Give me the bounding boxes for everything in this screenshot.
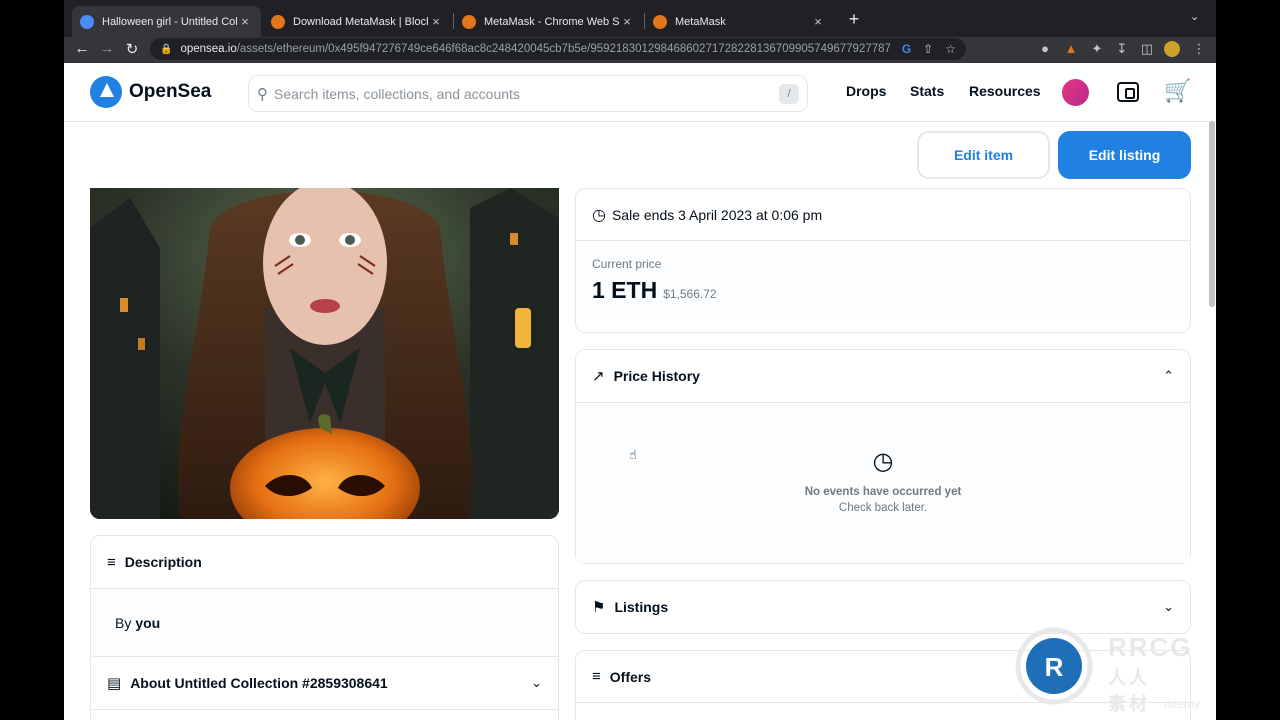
- lock-icon: 🔒: [160, 43, 173, 55]
- opensea-logo-icon: [90, 76, 122, 108]
- url-host: opensea.io: [180, 43, 237, 55]
- new-tab-button[interactable]: +: [844, 9, 864, 30]
- chevron-up-icon[interactable]: ⌃: [1163, 368, 1174, 384]
- close-tab-icon[interactable]: ×: [428, 14, 444, 29]
- tab-search-icon[interactable]: ⌄: [1190, 10, 1199, 23]
- edit-listing-button[interactable]: Edit listing: [1058, 131, 1191, 179]
- tab-title: Download MetaMask | Blockcha: [293, 15, 428, 28]
- back-icon[interactable]: ←: [72, 40, 92, 57]
- about-panel: ▤ About Untitled Collection #2859308641 …: [90, 656, 559, 720]
- price-block: Current price 1 ETH $1,566.72: [576, 241, 1190, 320]
- by-label: By: [115, 615, 132, 631]
- side-panel-icon[interactable]: ◫: [1138, 41, 1156, 57]
- opensea-favicon-icon: [80, 14, 94, 29]
- tab-strip: Halloween girl - Untitled Collec × Downl…: [64, 0, 1216, 37]
- rrcg-logo-icon: R: [1015, 627, 1093, 705]
- tab-title: MetaMask - Chrome Web Store: [484, 15, 619, 28]
- clock-icon: ◷: [872, 448, 894, 475]
- price-usd: $1,566.72: [663, 287, 717, 301]
- halloween-girl-illustration: [90, 188, 559, 519]
- price-value: 1 ETH $1,566.72: [592, 277, 1174, 304]
- tag-icon: ⚑: [592, 599, 606, 616]
- list-icon: ≡: [592, 668, 601, 685]
- empty-title: No events have occurred yet: [804, 486, 962, 498]
- url-path: /assets/ethereum/0x495f947276749ce646f68…: [236, 43, 890, 55]
- download-icon[interactable]: ↧: [1113, 41, 1131, 57]
- account-avatar[interactable]: [1062, 79, 1089, 106]
- svg-text:R: R: [1045, 652, 1064, 682]
- metamask-favicon-icon: [271, 14, 285, 29]
- chevron-down-icon[interactable]: ⌄: [531, 675, 542, 691]
- opensea-logo[interactable]: OpenSea: [90, 76, 211, 108]
- about-title: About Untitled Collection #2859308641: [130, 675, 388, 691]
- address-bar[interactable]: 🔒 opensea.io/assets/ethereum/0x495f94727…: [150, 38, 966, 60]
- tab-metamask[interactable]: MetaMask ×: [645, 6, 834, 37]
- browser-window: Halloween girl - Untitled Collec × Downl…: [64, 0, 1216, 720]
- price-eth: 1 ETH: [592, 277, 658, 303]
- hand-pointer-icon: ☝: [629, 447, 637, 462]
- nft-artwork-image[interactable]: [90, 188, 559, 519]
- cart-icon[interactable]: 🛒: [1164, 78, 1191, 104]
- sale-ends-row: ◷ Sale ends 3 April 2023 at 0:06 pm: [576, 189, 1190, 241]
- tab-title: Halloween girl - Untitled Collec: [102, 15, 237, 28]
- sale-ends-text: Sale ends 3 April 2023 at 0:06 pm: [611, 206, 823, 223]
- google-lens-icon[interactable]: G: [902, 42, 911, 56]
- watermark-text: RRCG: [1108, 632, 1193, 662]
- wallet-icon[interactable]: [1117, 82, 1139, 102]
- bookmark-star-icon[interactable]: ☆: [945, 42, 956, 56]
- rrcg-watermark: R RRCG 人人素材: [1012, 626, 1191, 714]
- collection-icon: ▤: [107, 675, 122, 692]
- nav-resources[interactable]: Resources: [969, 83, 1041, 99]
- search-placeholder: Search items, collections, and accounts: [274, 85, 520, 102]
- clock-icon: ◷: [592, 206, 606, 224]
- search-input[interactable]: ⚲ Search items, collections, and account…: [248, 75, 808, 112]
- profile-avatar-icon[interactable]: [1163, 41, 1181, 60]
- share-icon[interactable]: ⇧: [923, 42, 933, 56]
- url-text: opensea.io/assets/ethereum/0x495f9472767…: [180, 43, 889, 55]
- sale-panel: ◷ Sale ends 3 April 2023 at 0:06 pm Curr…: [575, 188, 1191, 333]
- description-header[interactable]: ≡ Description: [91, 536, 558, 589]
- listings-title: Listings: [614, 599, 669, 615]
- trend-line-icon: ↗: [592, 368, 605, 385]
- logo-text: OpenSea: [129, 81, 212, 102]
- tab-download-metamask[interactable]: Download MetaMask | Blockcha ×: [263, 6, 452, 37]
- reload-icon[interactable]: ↻: [122, 40, 142, 58]
- search-icon: ⚲: [257, 85, 268, 103]
- price-history-header[interactable]: ↗ Price History ⌃: [576, 350, 1190, 403]
- forward-icon[interactable]: →: [97, 40, 117, 57]
- nav-drops[interactable]: Drops: [846, 83, 886, 99]
- price-label: Current price: [592, 257, 662, 271]
- extension-icon[interactable]: ●: [1036, 41, 1054, 56]
- price-history-title: Price History: [613, 368, 700, 384]
- text-lines-icon: ≡: [107, 553, 116, 571]
- tab-halloween-girl[interactable]: Halloween girl - Untitled Collec ×: [72, 6, 261, 37]
- close-tab-icon[interactable]: ×: [619, 14, 635, 29]
- price-history-panel: ↗ Price History ⌃ ◷ No events have occur…: [575, 349, 1191, 564]
- webstore-favicon-icon: [462, 14, 476, 29]
- edit-item-button[interactable]: Edit item: [917, 131, 1050, 179]
- description-title: Description: [124, 554, 202, 570]
- watermark-cn-text: 人人素材: [1108, 668, 1150, 714]
- about-header[interactable]: ▤ About Untitled Collection #2859308641 …: [91, 657, 558, 710]
- page-scrollbar[interactable]: [1209, 121, 1215, 307]
- udemy-logo: ûdemy: [1164, 697, 1201, 711]
- nav-stats[interactable]: Stats: [910, 83, 944, 99]
- close-tab-icon[interactable]: ×: [810, 14, 826, 29]
- chevron-down-icon[interactable]: ⌄: [1163, 599, 1174, 615]
- empty-subtitle: Check back later.: [838, 502, 928, 514]
- chrome-menu-icon[interactable]: ⋮: [1190, 41, 1208, 57]
- site-header: OpenSea ⚲ Search items, collections, and…: [64, 63, 1216, 122]
- description-panel: ≡ Description By you: [90, 535, 559, 657]
- description-by-row: By you: [91, 589, 558, 657]
- browser-toolbar: ← → ↻ 🔒 opensea.io/assets/ethereum/0x495…: [64, 37, 1216, 63]
- metamask-extension-icon[interactable]: ▲: [1062, 41, 1080, 56]
- puzzle-extensions-icon[interactable]: ✦: [1088, 41, 1106, 57]
- metamask-favicon-icon: [653, 14, 667, 29]
- search-shortcut-badge: /: [779, 83, 799, 104]
- price-history-empty-state: ◷ No events have occurred yet Check back…: [576, 403, 1190, 563]
- tab-metamask-webstore[interactable]: MetaMask - Chrome Web Store ×: [454, 6, 643, 37]
- by-value[interactable]: you: [135, 615, 160, 631]
- tab-title: MetaMask: [675, 15, 726, 28]
- close-tab-icon[interactable]: ×: [237, 14, 253, 29]
